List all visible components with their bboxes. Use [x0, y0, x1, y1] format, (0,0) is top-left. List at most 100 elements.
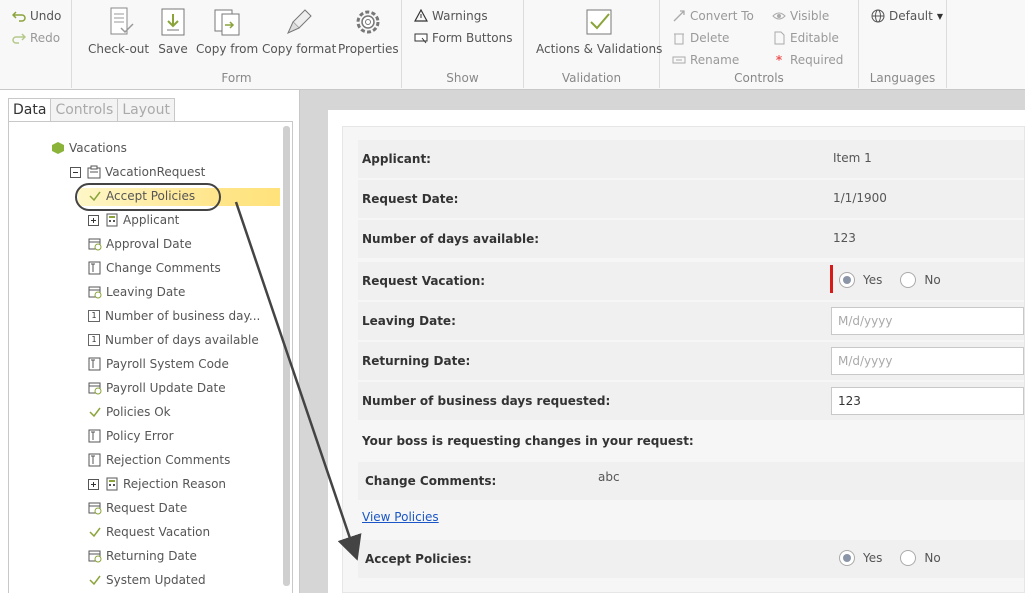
tree-item-label: Request Date: [106, 501, 188, 515]
validation-group: Actions & Validations Validation: [524, 0, 662, 88]
request-date-label: Request Date:: [362, 192, 459, 206]
save-button[interactable]: Save: [157, 6, 189, 56]
copy-from-icon: [214, 9, 240, 36]
visible-toggle[interactable]: Visible: [772, 9, 829, 23]
undo-label: Undo: [30, 9, 62, 23]
controls-group: Convert To Delete Rename Visible Editabl…: [660, 0, 859, 88]
tree-entity-label: VacationRequest: [105, 165, 206, 179]
tree-item-policy-error[interactable]: Policy Error: [88, 426, 174, 446]
tree-item-payroll-update-date[interactable]: Payroll Update Date: [88, 378, 226, 398]
days-available-row: Number of days available: 123: [358, 220, 1024, 258]
accept-policies-label: Accept Policies:: [365, 552, 472, 566]
applicant-row: Applicant: Item 1: [358, 140, 1024, 178]
check-icon: [89, 527, 101, 538]
language-dropdown[interactable]: Default ▼: [871, 9, 943, 23]
actions-validations-button[interactable]: Actions & Validations: [536, 6, 662, 56]
request-vacation-label: Request Vacation:: [362, 274, 486, 288]
calendar-clock-icon: [88, 550, 102, 563]
tab-layout[interactable]: Layout: [117, 98, 175, 122]
tree-root[interactable]: Vacations: [51, 138, 127, 158]
applicant-value: Item 1: [833, 151, 872, 165]
tree-item-payroll-system-code[interactable]: Payroll System Code: [88, 354, 229, 374]
tree-item-system-updated[interactable]: System Updated: [88, 570, 206, 590]
tree-item-label: Rejection Reason: [123, 477, 227, 491]
validation-group-label: Validation: [561, 71, 622, 85]
request-vacation-yes-radio[interactable]: [839, 272, 855, 288]
tab-data[interactable]: Data: [8, 98, 52, 122]
checkbox-check-icon: [586, 9, 612, 35]
checkout-label: Check-out: [88, 42, 150, 56]
required-toggle[interactable]: * Required: [772, 53, 844, 67]
delete-button[interactable]: Delete: [672, 31, 729, 45]
tree-item-label: Request Vacation: [106, 525, 211, 539]
tree-item-request-vacation[interactable]: Request Vacation: [88, 522, 210, 542]
leaving-date-input[interactable]: [831, 307, 1024, 335]
editable-label: Editable: [790, 31, 839, 45]
tree-item-business-days[interactable]: 1 Number of business day...: [88, 306, 260, 326]
copy-format-button[interactable]: Copy format: [262, 6, 336, 56]
form-group-label: Form: [221, 71, 252, 85]
text-field-icon: [88, 453, 101, 467]
request-vacation-row: Request Vacation: Yes No: [358, 262, 1024, 300]
convert-to-label: Convert To: [690, 9, 754, 23]
undo-button[interactable]: Undo: [12, 9, 61, 23]
accept-policies-radios: Yes No: [839, 550, 959, 566]
required-indicator: [830, 265, 833, 293]
ribbon-toolbar: Undo Redo Check-out Save Copy from Copy …: [0, 0, 1025, 90]
tree-item-label: Change Comments: [106, 261, 221, 275]
tree-entity[interactable]: VacationRequest: [70, 162, 205, 182]
tree-item-label: Policy Error: [106, 429, 174, 443]
properties-button[interactable]: Properties: [338, 6, 399, 56]
days-available-value: 123: [833, 231, 856, 245]
rename-button[interactable]: Rename: [672, 53, 739, 67]
leaving-date-label: Leaving Date:: [362, 314, 456, 328]
tree-item-label: System Updated: [106, 573, 206, 587]
tree-item-policies-ok[interactable]: Policies Ok: [88, 402, 171, 422]
tree-item-label: Number of days available: [105, 333, 259, 347]
redo-button[interactable]: Redo: [12, 31, 60, 45]
expand-icon[interactable]: [88, 214, 99, 226]
tree-item-label: Approval Date: [106, 237, 192, 251]
check-icon: [89, 407, 101, 418]
form-buttons-icon: [414, 33, 428, 44]
view-policies-link[interactable]: View Policies: [362, 510, 439, 524]
copy-format-label: Copy format: [262, 42, 337, 56]
caret-down-icon: ▼: [936, 11, 944, 21]
rename-icon: [672, 56, 686, 64]
languages-group: Default ▼ Languages: [859, 0, 947, 88]
checkout-button[interactable]: Check-out: [88, 6, 149, 56]
warnings-button[interactable]: Warnings: [414, 9, 488, 23]
calendar-clock-icon: [88, 238, 102, 251]
text-field-icon: [88, 261, 101, 275]
tree-item-change-comments[interactable]: Change Comments: [88, 258, 221, 278]
tree-item-returning-date[interactable]: Returning Date: [88, 546, 197, 566]
tree-item-days-available[interactable]: 1 Number of days available: [88, 330, 259, 350]
tree-item-applicant[interactable]: Applicant: [88, 210, 179, 230]
tree-item-label: Payroll System Code: [106, 357, 229, 371]
tab-controls[interactable]: Controls: [50, 98, 119, 122]
business-days-input[interactable]: [831, 387, 1024, 415]
tree-item-approval-date[interactable]: Approval Date: [88, 234, 192, 254]
tree-item-rejection-comments[interactable]: Rejection Comments: [88, 450, 230, 470]
copy-from-button[interactable]: Copy from: [196, 6, 258, 56]
expand-icon[interactable]: [88, 478, 99, 490]
edit-document-icon: [774, 31, 785, 45]
yes-label: Yes: [863, 273, 883, 287]
calendar-clock-icon: [88, 502, 102, 515]
accept-policies-yes-radio[interactable]: [839, 550, 855, 566]
editable-toggle[interactable]: Editable: [772, 31, 839, 45]
boss-message-row: Your boss is requesting changes in your …: [358, 422, 1024, 460]
convert-to-button[interactable]: Convert To: [672, 9, 754, 23]
tree-item-rejection-reason[interactable]: Rejection Reason: [88, 474, 226, 494]
tree-item-leaving-date[interactable]: Leaving Date: [88, 282, 185, 302]
accept-policies-no-radio[interactable]: [900, 550, 917, 566]
request-vacation-no-radio[interactable]: [900, 272, 917, 288]
applicant-label: Applicant:: [362, 152, 431, 166]
tree-scrollbar[interactable]: [283, 126, 290, 586]
tree-item-request-date[interactable]: Request Date: [88, 498, 187, 518]
form-buttons-button[interactable]: Form Buttons: [414, 31, 513, 45]
returning-date-input[interactable]: [831, 347, 1024, 375]
rename-label: Rename: [690, 53, 740, 67]
collapse-icon[interactable]: [70, 166, 81, 178]
days-available-label: Number of days available:: [362, 232, 539, 246]
